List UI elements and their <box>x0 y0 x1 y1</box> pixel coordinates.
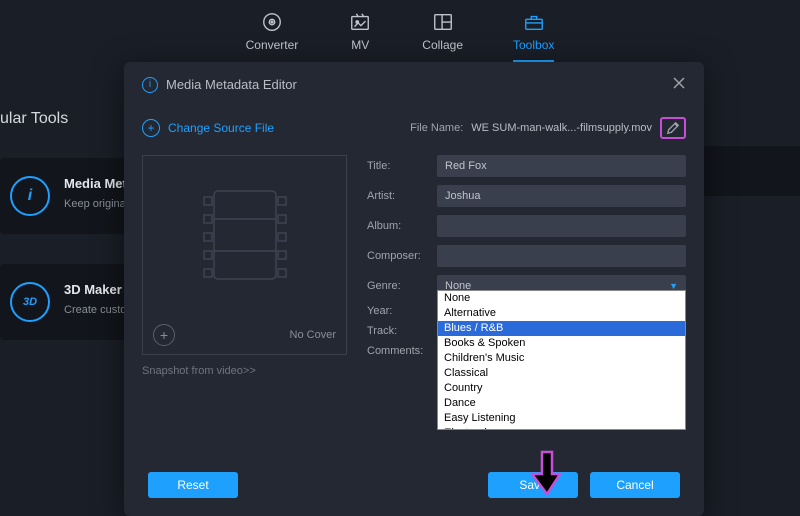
title-label: Title: <box>367 160 429 172</box>
three-d-icon: 3D <box>10 282 50 322</box>
artist-label: Artist: <box>367 190 429 202</box>
composer-label: Composer: <box>367 250 429 262</box>
converter-icon <box>260 10 284 34</box>
info-icon: i <box>142 77 158 93</box>
genre-option[interactable]: Dance <box>438 396 685 411</box>
comments-label: Comments: <box>367 345 429 357</box>
reset-button[interactable]: Reset <box>148 472 238 498</box>
modal-title: Media Metadata Editor <box>166 77 672 92</box>
filename-label: File Name: <box>410 122 463 134</box>
genre-option[interactable]: Classical <box>438 366 685 381</box>
title-input[interactable] <box>437 155 686 177</box>
nav-collage[interactable]: Collage <box>422 10 463 62</box>
nav-label: Converter <box>246 38 299 52</box>
nav-label: MV <box>351 38 369 52</box>
nav-label: Toolbox <box>513 38 554 52</box>
toolbox-icon <box>522 10 546 34</box>
genre-label: Genre: <box>367 280 429 292</box>
nav-converter[interactable]: Converter <box>246 10 299 62</box>
change-source-button[interactable]: + Change Source File <box>142 119 274 137</box>
year-label: Year: <box>367 305 429 317</box>
snapshot-link[interactable]: Snapshot from video>> <box>142 365 256 377</box>
album-label: Album: <box>367 220 429 232</box>
genre-dropdown[interactable]: NoneAlternativeBlues / R&BBooks & Spoken… <box>437 290 686 430</box>
metadata-editor-modal: i Media Metadata Editor + Change Source … <box>124 62 704 516</box>
track-label: Track: <box>367 325 429 337</box>
top-nav: Converter MV Collage Toolbox <box>0 0 800 62</box>
edit-filename-button[interactable] <box>660 117 686 139</box>
annotation-arrow-icon <box>530 450 564 496</box>
genre-option[interactable]: None <box>438 291 685 306</box>
genre-option[interactable]: Alternative <box>438 306 685 321</box>
cover-preview: + No Cover <box>142 155 347 355</box>
composer-input[interactable] <box>437 245 686 267</box>
genre-option[interactable]: Easy Listening <box>438 411 685 426</box>
film-icon <box>200 185 290 285</box>
plus-icon: + <box>142 119 160 137</box>
collage-icon <box>431 10 455 34</box>
nav-mv[interactable]: MV <box>348 10 372 62</box>
artist-input[interactable] <box>437 185 686 207</box>
genre-option[interactable]: Books & Spoken <box>438 336 685 351</box>
no-cover-label: No Cover <box>290 329 336 341</box>
genre-option[interactable]: Blues / R&B <box>438 321 685 336</box>
cancel-button[interactable]: Cancel <box>590 472 680 498</box>
genre-option[interactable]: Electronic <box>438 426 685 430</box>
close-button[interactable] <box>672 74 686 95</box>
info-icon: i <box>10 176 50 216</box>
mv-icon <box>348 10 372 34</box>
nav-toolbox[interactable]: Toolbox <box>513 10 554 62</box>
genre-option[interactable]: Children's Music <box>438 351 685 366</box>
genre-option[interactable]: Country <box>438 381 685 396</box>
change-source-label: Change Source File <box>168 121 274 135</box>
filename-value: WE SUM-man-walk...-filmsupply.mov <box>471 122 652 134</box>
album-input[interactable] <box>437 215 686 237</box>
nav-label: Collage <box>422 38 463 52</box>
add-cover-button[interactable]: + <box>153 324 175 346</box>
